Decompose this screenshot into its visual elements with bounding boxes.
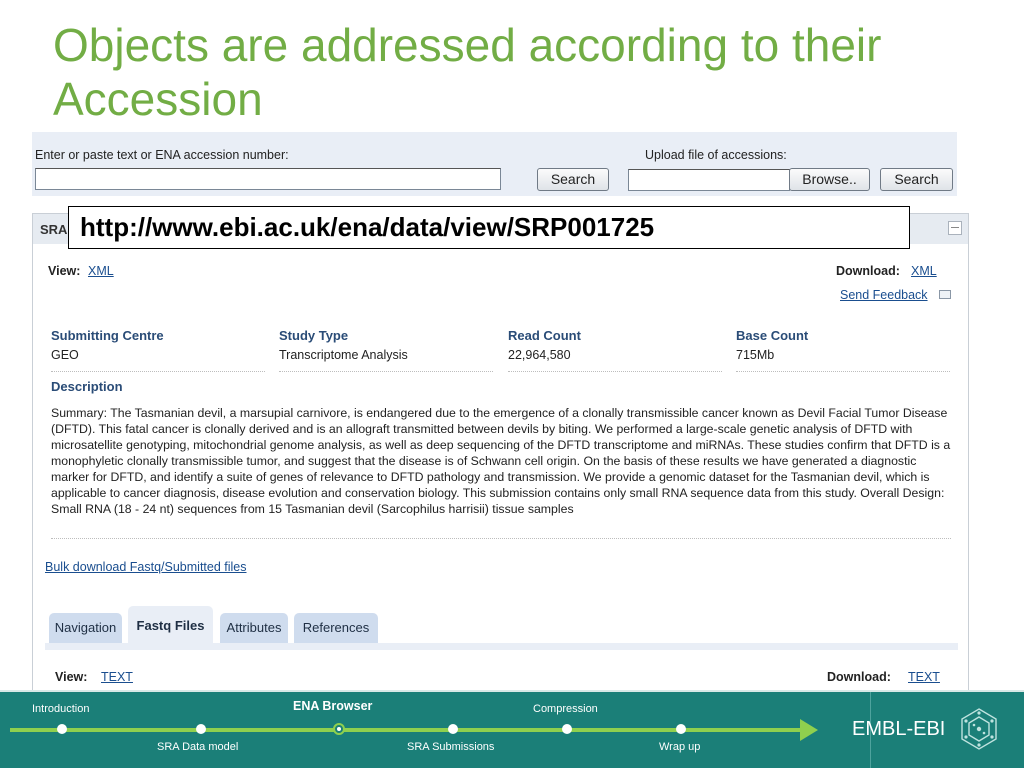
field-value-read-count: 22,964,580	[508, 348, 571, 362]
tab-download-label: Download:	[827, 670, 891, 684]
send-feedback-link[interactable]: Send Feedback	[840, 288, 928, 302]
description-label: Description	[51, 379, 123, 394]
embl-ebi-hex-logo-icon	[961, 708, 997, 750]
nav-dot-sra-submissions[interactable]	[448, 724, 458, 734]
nav-dot-sra-data-model[interactable]	[196, 724, 206, 734]
search-button[interactable]: Search	[537, 168, 609, 191]
field-label-base-count: Base Count	[736, 328, 809, 343]
download-xml-link[interactable]: XML	[911, 264, 937, 278]
tab-references[interactable]: References	[294, 613, 378, 643]
upload-search-button[interactable]: Search	[880, 168, 953, 191]
bulk-download-link[interactable]: Bulk download Fastq/Submitted files	[45, 560, 247, 574]
nav-label-compression[interactable]: Compression	[533, 703, 598, 715]
search-panel: Enter or paste text or ENA accession num…	[32, 132, 957, 196]
divider	[51, 371, 265, 372]
accession-input[interactable]	[35, 168, 501, 190]
url-callout: http://www.ebi.ac.uk/ena/data/view/SRP00…	[68, 206, 910, 249]
tab-view-text-link[interactable]: TEXT	[101, 670, 133, 684]
field-label-study-type: Study Type	[279, 328, 349, 343]
field-value-study-type: Transcriptome Analysis	[279, 348, 408, 362]
browse-button[interactable]: Browse..	[789, 168, 870, 191]
nav-label-wrap-up[interactable]: Wrap up	[659, 741, 700, 753]
nav-dot-wrap-up[interactable]	[676, 724, 686, 734]
field-label-submitting-centre: Submitting Centre	[51, 328, 164, 343]
tab-download-text-link[interactable]: TEXT	[908, 670, 940, 684]
slide-title: Objects are addressed according to their…	[53, 19, 882, 125]
tab-fastq-files[interactable]: Fastq Files	[128, 606, 213, 643]
description-text: Summary: The Tasmanian devil, a marsupia…	[51, 406, 951, 516]
divider	[736, 371, 950, 372]
upload-label: Upload file of accessions:	[645, 148, 787, 162]
accession-label: Enter or paste text or ENA accession num…	[35, 148, 289, 162]
download-label: Download:	[836, 264, 900, 278]
field-label-read-count: Read Count	[508, 328, 581, 343]
upload-file-input[interactable]	[628, 169, 790, 191]
record-type-label: SRA	[40, 222, 68, 237]
nav-label-introduction[interactable]: Introduction	[32, 703, 89, 715]
nav-dot-introduction[interactable]	[57, 724, 67, 734]
view-label: View:	[48, 264, 81, 278]
progress-line	[10, 728, 810, 732]
progress-arrow-icon	[800, 719, 818, 741]
nav-dot-ena-browser[interactable]	[333, 723, 345, 735]
divider	[51, 538, 951, 539]
view-xml-link[interactable]: XML	[88, 264, 114, 278]
field-value-base-count: 715Mb	[736, 348, 775, 362]
divider	[279, 371, 493, 372]
nav-label-sra-submissions[interactable]: SRA Submissions	[407, 741, 494, 753]
footer-nav: Introduction SRA Data model ENA Browser …	[0, 690, 1024, 768]
tab-navigation[interactable]: Navigation	[49, 613, 122, 643]
divider	[508, 371, 722, 372]
field-value-submitting-centre: GEO	[51, 348, 79, 362]
embl-ebi-logo: EMBL-EBI	[852, 718, 946, 740]
tab-content: View: TEXT Download: TEXT	[45, 643, 958, 694]
nav-label-sra-data-model[interactable]: SRA Data model	[157, 741, 238, 753]
collapse-icon[interactable]	[948, 221, 962, 235]
nav-label-ena-browser[interactable]: ENA Browser	[293, 699, 372, 713]
envelope-icon	[939, 290, 951, 299]
record-panel: SRA View: XML Download: XML Send Feedbac…	[32, 213, 969, 694]
tab-view-label: View:	[55, 670, 88, 684]
tab-attributes[interactable]: Attributes	[220, 613, 288, 643]
nav-dot-compression[interactable]	[562, 724, 572, 734]
